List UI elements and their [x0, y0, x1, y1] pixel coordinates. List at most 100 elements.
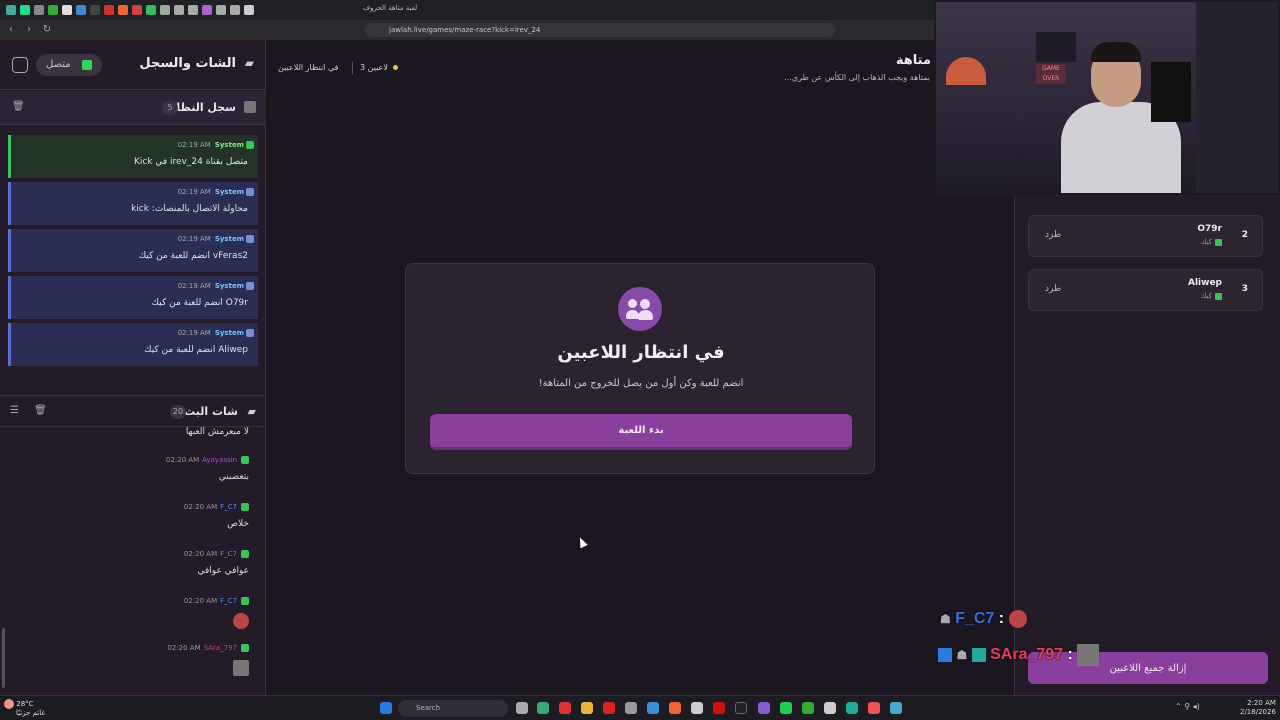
tab-icon[interactable] [118, 5, 128, 15]
tab-icon[interactable] [146, 5, 156, 15]
chat-scrollbar[interactable] [2, 628, 5, 688]
youtube-icon[interactable] [603, 702, 615, 714]
emote-icon [1077, 644, 1100, 666]
chat-emote [29, 613, 249, 632]
url-field[interactable]: jawlah.live/games/maze-race?kick=irev_24 [365, 23, 835, 37]
reload-icon[interactable]: ↻ [40, 23, 54, 37]
app-icon[interactable] [691, 702, 703, 714]
tab-icon[interactable] [202, 5, 212, 15]
folder-icon[interactable] [581, 702, 593, 714]
trash-icon[interactable]: 🗑 [12, 101, 25, 112]
taskbar-search[interactable]: Search [398, 700, 508, 717]
chat-meta: 02:20 AM F_C7 [29, 597, 249, 605]
log-meta: 02:19 AM System [178, 329, 244, 337]
chat-bubble-icon: ▰ [247, 405, 256, 418]
tab-icon[interactable] [62, 5, 72, 15]
tab-icon[interactable] [6, 5, 16, 15]
tab-icon[interactable] [188, 5, 198, 15]
stream-chat-title: شات البث [184, 405, 238, 418]
whatsapp-icon[interactable] [780, 702, 792, 714]
overlay-separator: : [1067, 646, 1073, 664]
chat-emote [29, 660, 249, 679]
back-icon[interactable]: ‹ [4, 23, 18, 37]
app-icon[interactable] [559, 702, 571, 714]
chat-user[interactable]: Ayayassin [202, 456, 237, 464]
log-meta: 02:19 AM System [178, 235, 244, 243]
users-icon [618, 287, 662, 331]
player-platform: كيك [1201, 238, 1222, 246]
kick-player-button[interactable]: طرد [1045, 284, 1061, 294]
clock-date: 2/18/2026 [1240, 708, 1276, 716]
divider [352, 62, 353, 74]
tab-icon[interactable] [48, 5, 58, 15]
app-icon[interactable] [846, 702, 858, 714]
tab-icon[interactable] [132, 5, 142, 15]
system-log-header[interactable]: سجل النظام 5 🗑 [0, 91, 266, 125]
badge-icon [938, 648, 952, 662]
collapse-sidebar-button[interactable] [12, 57, 28, 73]
player-rank: 2 [1241, 230, 1248, 240]
start-game-button[interactable]: بدء اللعبة [430, 414, 852, 450]
app-icon[interactable] [890, 702, 902, 714]
active-tab-title[interactable]: لعبة متاهة الحروف [350, 4, 430, 12]
stream-chat-header[interactable]: ▰ شات البث 20 🗑 ☰ [0, 395, 266, 427]
netflix-icon[interactable] [713, 702, 725, 714]
overlay-user: SAra_797 [990, 646, 1064, 664]
chat-partial-message: لا مبعرمش العبها [185, 427, 249, 437]
app-icon[interactable] [868, 702, 880, 714]
task-view-icon[interactable] [516, 702, 528, 714]
tab-icon[interactable] [160, 5, 170, 15]
tab-icon[interactable] [90, 5, 100, 15]
kick-player-button[interactable]: طرد [1045, 230, 1061, 240]
chat-user[interactable]: F_C7 [220, 550, 237, 558]
log-time: 02:19 AM [177, 188, 211, 196]
brave-icon[interactable] [669, 702, 681, 714]
weather-widget[interactable]: 28°C غائم جزئيًا [4, 699, 45, 717]
overlay-separator: : [998, 610, 1005, 628]
app-icon[interactable] [758, 702, 770, 714]
game-description: بمتاهة ويجب الذهاب إلى الكأس عن طري... [784, 73, 930, 82]
status-dot-icon [393, 65, 399, 70]
app-icon[interactable] [647, 702, 659, 714]
webcam-overlay: GAME OVER [934, 0, 1280, 195]
log-text: Aliwep انضم للعبة من كيك [144, 345, 248, 355]
app-icon[interactable] [625, 702, 637, 714]
start-icon[interactable] [380, 702, 392, 714]
chat-user[interactable]: F_C7 [220, 503, 237, 511]
players-count-label: 3 لاعبين [360, 63, 388, 72]
chat-user[interactable]: F_C7 [220, 597, 237, 605]
forward-icon[interactable]: › [22, 23, 36, 37]
xbox-icon[interactable] [802, 702, 814, 714]
waiting-subtitle: انضم للعبة وكن أول من يصل للخروج من المت… [538, 378, 744, 389]
app-icon[interactable] [735, 702, 747, 714]
tab-icon[interactable] [230, 5, 240, 15]
menu-icon[interactable]: ☰ [10, 405, 19, 416]
chat-meta: 02:20 AM Ayayassin [29, 456, 249, 464]
tab-icon[interactable] [174, 5, 184, 15]
system-tray-icons[interactable]: ⌃ ⚲ ◂) [1175, 702, 1200, 711]
tab-icon[interactable] [244, 5, 254, 15]
tab-icon[interactable] [20, 5, 30, 15]
system-log-count: 5 [162, 101, 178, 115]
clock[interactable]: 2:20 AM 2/18/2026 [1240, 699, 1276, 717]
tab-icon[interactable] [76, 5, 86, 15]
trash-icon[interactable]: 🗑 [34, 405, 47, 416]
weather-temp: 28°C [16, 700, 34, 708]
chat-message: 02:20 AM SAra_797 [29, 644, 249, 679]
app-icon[interactable] [537, 702, 549, 714]
microphone [1151, 62, 1191, 122]
chat-user[interactable]: SAra_797 [204, 644, 237, 652]
chat-icon [246, 235, 254, 243]
app-icon[interactable] [824, 702, 836, 714]
chat-meta: 02:20 AM F_C7 [29, 503, 249, 511]
tab-icon[interactable] [216, 5, 226, 15]
log-meta: 02:19 AM System [178, 141, 244, 149]
player-row: 3 Aliwep كيك طرد [1028, 269, 1263, 311]
tab-icon[interactable] [104, 5, 114, 15]
kick-icon [1215, 238, 1222, 246]
chat-icon [246, 188, 254, 196]
tab-icon[interactable] [34, 5, 44, 15]
chat-time: 02:20 AM [183, 597, 218, 605]
game-title: متاهة [895, 53, 931, 68]
kick-icon [241, 644, 249, 652]
